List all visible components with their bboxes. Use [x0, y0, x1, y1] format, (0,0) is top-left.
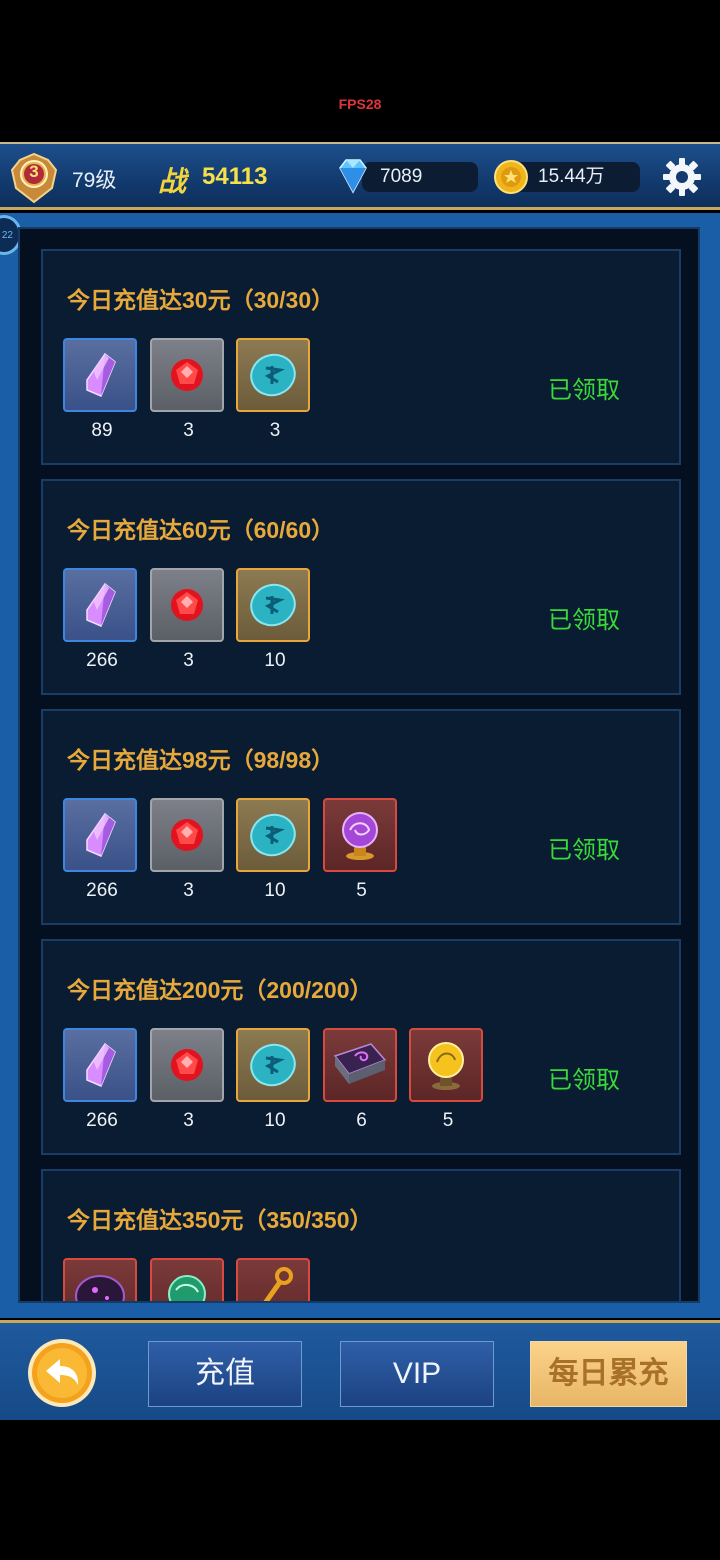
reward-tier-title: 今日充值达350元（350/350） — [67, 1207, 373, 1233]
daily-recharge-button[interactable]: 每日累充 — [530, 1341, 687, 1407]
item-count: 10 — [264, 880, 286, 901]
claimed-status: 已领取 — [548, 1067, 620, 1094]
crystal-icon[interactable]: 89 — [63, 338, 137, 441]
crystal-icon[interactable]: 266 — [63, 568, 137, 671]
green-orb-icon[interactable] — [149, 1258, 224, 1301]
fps-counter: FPS28 — [338, 96, 382, 112]
spell-book-icon[interactable]: 6 — [322, 1028, 397, 1131]
player-level: 79级 — [72, 169, 117, 192]
settings-gear-icon[interactable] — [661, 156, 703, 198]
item-count: 89 — [91, 420, 113, 441]
item-count: 6 — [356, 1110, 367, 1131]
top-status-bar: 3 79级 战 54113 7089 15.44万 — [0, 142, 720, 210]
reward-tier-title: 今日充值达30元（30/30） — [67, 287, 335, 313]
diamond-icon — [334, 156, 372, 196]
combat-power: 54113 — [202, 163, 268, 190]
ruby-icon[interactable]: 3 — [149, 1028, 224, 1131]
reward-card: 今日充值达98元（98/98） 266 3 10 5 已领取 — [41, 709, 681, 925]
bottom-nav-bar: 充值 VIP 每日累充 — [0, 1320, 720, 1420]
gold-count: 15.44万 — [538, 166, 605, 187]
claimed-status: 已领取 — [548, 607, 620, 634]
item-count: 3 — [183, 880, 194, 901]
gold-coin-icon — [493, 159, 529, 195]
claimed-status: 已领取 — [548, 837, 620, 864]
level-badge-icon[interactable]: 3 — [6, 150, 62, 206]
crystal-icon[interactable]: 266 — [63, 1028, 137, 1131]
reward-card: 今日充值达200元（200/200） 266 3 10 6 5 已领取 — [41, 939, 681, 1155]
claimed-status: 已领取 — [548, 377, 620, 404]
key-icon[interactable] — [236, 1258, 310, 1301]
purple-orb-icon[interactable]: 5 — [322, 798, 397, 901]
rune-stone-icon[interactable]: 10 — [236, 798, 310, 901]
gold-orb-icon[interactable]: 5 — [409, 1028, 483, 1131]
item-count: 5 — [442, 1110, 454, 1131]
recharge-button[interactable]: 充值 — [148, 1341, 302, 1407]
item-count: 3 — [269, 420, 281, 441]
back-arrow-icon[interactable] — [26, 1337, 98, 1409]
reward-card: 今日充值达60元（60/60） 266 3 10 已领取 — [41, 479, 681, 695]
diamond-balance[interactable]: 7089 — [362, 162, 478, 192]
diamond-count: 7089 — [380, 166, 423, 187]
crystal-icon[interactable]: 266 — [63, 798, 137, 901]
item-count: 10 — [264, 650, 286, 671]
reward-card: 今日充值达30元（30/30） 89 3 3 已领取 — [41, 249, 681, 465]
item-count: 3 — [183, 650, 194, 671]
reward-tier-title: 今日充值达200元（200/200） — [67, 977, 373, 1003]
rune-stone-icon[interactable]: 3 — [236, 338, 310, 441]
level-badge-number: 3 — [29, 162, 39, 181]
reward-list[interactable]: 今日充值达30元（30/30） 89 3 3 已领取 今日充值达60元（60/60） 266… — [18, 227, 700, 1303]
reward-tier-title: 今日充值达98元（98/98） — [67, 747, 335, 773]
item-count: 3 — [183, 420, 194, 441]
ruby-icon[interactable]: 3 — [149, 338, 224, 441]
vip-button[interactable]: VIP — [340, 1341, 494, 1407]
reward-panel: 22 今日充值达30元（30/30） 89 3 3 已领取 今日充值达60元（60/60）… — [0, 213, 720, 1318]
item-count: 3 — [183, 1110, 194, 1131]
dark-stone-icon[interactable] — [63, 1258, 137, 1301]
power-glyph: 战 — [158, 165, 187, 198]
item-count: 266 — [86, 650, 118, 671]
rune-stone-icon[interactable]: 10 — [236, 568, 310, 671]
item-count: 266 — [86, 880, 118, 901]
reward-card: 今日充值达350元（350/350） — [41, 1169, 681, 1301]
item-count: 10 — [264, 1110, 286, 1131]
gold-balance[interactable]: 15.44万 — [510, 162, 640, 192]
item-count: 5 — [356, 880, 367, 901]
item-count: 266 — [86, 1110, 118, 1131]
reward-tier-title: 今日充值达60元（60/60） — [67, 517, 335, 543]
ruby-icon[interactable]: 3 — [149, 568, 224, 671]
ruby-icon[interactable]: 3 — [149, 798, 224, 901]
rune-stone-icon[interactable]: 10 — [236, 1028, 310, 1131]
